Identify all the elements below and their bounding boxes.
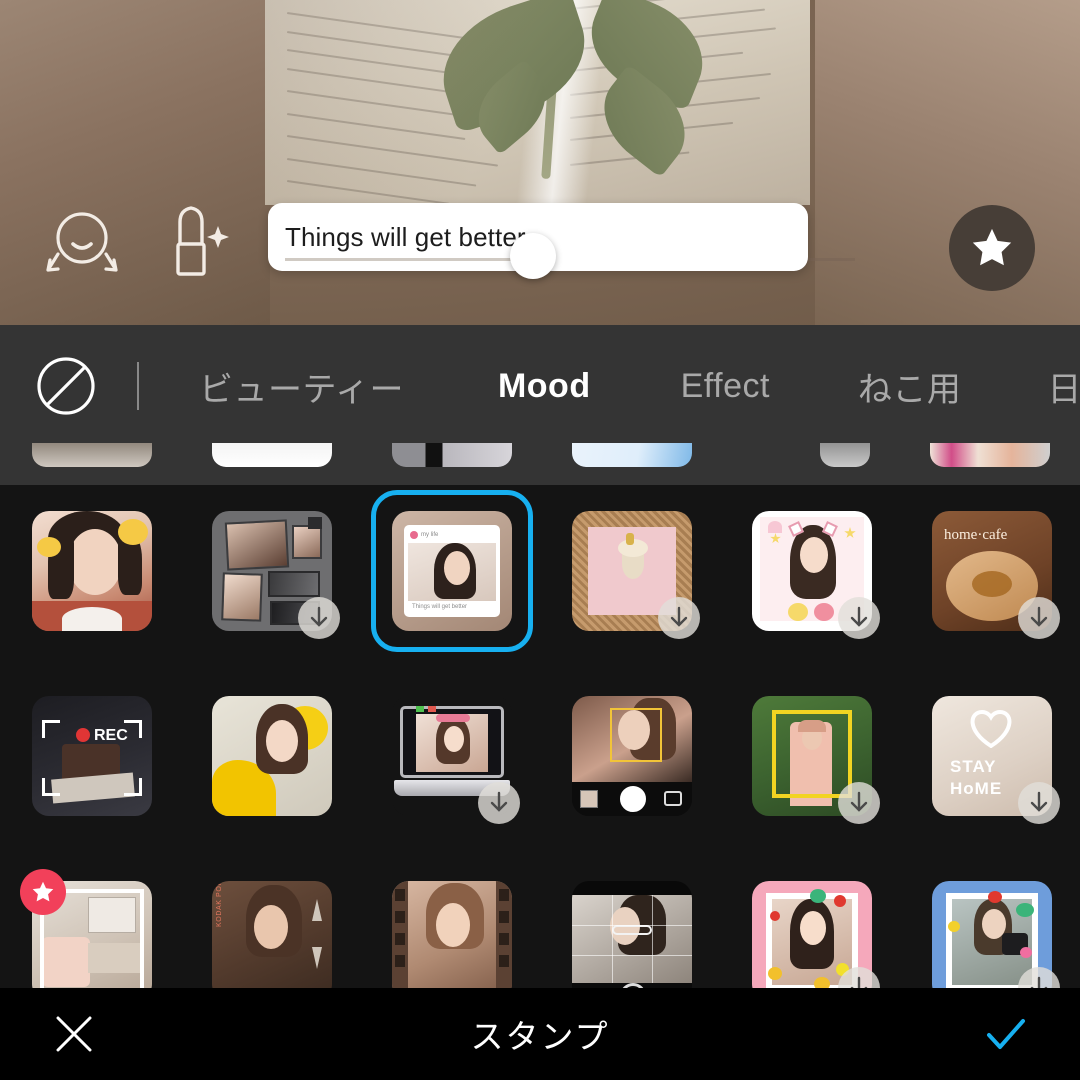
new-badge <box>20 869 66 915</box>
download-badge[interactable] <box>478 782 520 824</box>
sticker-grid[interactable]: my life Things will get better home·cafe… <box>0 485 1080 988</box>
favorites-button[interactable] <box>949 205 1035 291</box>
download-icon <box>1030 791 1048 812</box>
previous-row-peek[interactable] <box>0 443 1080 485</box>
tab-effect[interactable]: Effect <box>653 367 798 406</box>
sticker-filmstrip[interactable] <box>392 881 512 988</box>
sticker-thumb: REC <box>32 696 152 816</box>
app-root: Things will get better ビューティー Mood Effec… <box>0 0 1080 1080</box>
close-button[interactable] <box>44 1004 104 1064</box>
sticker-photo-collage[interactable] <box>212 511 340 639</box>
sticker-kodak-portra[interactable]: KODAK PORTRA 400 <box>212 881 332 988</box>
sticker-stay-home[interactable]: STAY HoME <box>932 696 1060 824</box>
sticker-thumb <box>572 696 692 816</box>
sticker-camera-grid[interactable] <box>572 881 692 988</box>
sticker-label: KODAK PORTRA 400 <box>216 881 223 927</box>
sticker-home-cafe[interactable]: home·cafe <box>932 511 1060 639</box>
sticker-yellow-focus-box[interactable] <box>752 696 880 824</box>
sticker-pink-deco-frame[interactable] <box>752 881 880 988</box>
download-badge[interactable] <box>298 597 340 639</box>
photo-preview[interactable]: Things will get better <box>0 0 1080 325</box>
download-icon <box>670 606 688 627</box>
sticker-thumb: my life Things will get better <box>392 511 512 631</box>
download-icon <box>1030 606 1048 627</box>
tab-mood[interactable]: Mood <box>470 367 619 406</box>
download-badge[interactable] <box>658 597 700 639</box>
preview-backdrop-right <box>815 0 1080 325</box>
download-badge[interactable] <box>838 597 880 639</box>
face-slim-icon[interactable] <box>44 208 120 282</box>
download-badge[interactable] <box>1018 597 1060 639</box>
sticker-card-caption: Things will get better <box>412 604 468 610</box>
download-icon <box>850 791 868 812</box>
sticker-label: REC <box>94 727 128 744</box>
star-icon <box>972 228 1012 266</box>
star-icon <box>32 881 54 902</box>
none-button[interactable] <box>30 350 102 422</box>
tab-date[interactable]: 日付 <box>1019 362 1080 411</box>
category-tabbar: ビューティー Mood Effect ねこ用 日付 <box>0 325 1080 485</box>
sticker-thumb <box>392 881 512 988</box>
slider-handle[interactable] <box>510 233 556 279</box>
close-icon <box>56 1016 92 1052</box>
sticker-white-frame-desk[interactable] <box>20 869 152 988</box>
download-icon <box>850 976 868 988</box>
preview-image <box>265 0 810 205</box>
sticker-cat-ears-frame[interactable] <box>752 511 880 639</box>
download-icon <box>1030 976 1048 988</box>
preview-shading <box>265 0 810 205</box>
tab-divider <box>137 362 139 410</box>
bottom-action-bar: スタンプ <box>0 988 1080 1080</box>
tab-row[interactable]: ビューティー Mood Effect ねこ用 日付 <box>0 325 1080 447</box>
slider-track-filled <box>285 258 517 261</box>
sticker-blue-deco-frame[interactable] <box>932 881 1060 988</box>
panel-title: スタンプ <box>470 1018 610 1055</box>
no-sticker-icon <box>37 357 95 415</box>
preview-tools <box>0 196 270 306</box>
download-badge[interactable] <box>838 782 880 824</box>
sticker-laptop-screen[interactable] <box>392 696 520 824</box>
tab-beauty[interactable]: ビューティー <box>171 362 432 411</box>
sticker-camera-ui[interactable] <box>572 696 692 816</box>
confirm-button[interactable] <box>976 1004 1036 1064</box>
sticker-thumb <box>212 696 332 816</box>
download-icon <box>850 606 868 627</box>
sticker-thumb: KODAK PORTRA 400 <box>212 881 332 988</box>
sticker-yellow-flowers[interactable] <box>212 696 332 816</box>
sticker-polaroid-mood[interactable]: my life Things will get better <box>371 490 533 652</box>
caption-text: Things will get better <box>285 221 526 252</box>
sticker-icecream-frame[interactable] <box>572 511 700 639</box>
sticker-thumb <box>572 881 692 988</box>
download-icon <box>310 606 328 627</box>
check-icon <box>987 1019 1025 1049</box>
sticker-thumb <box>32 511 152 631</box>
sticker-rec-frame[interactable]: REC <box>32 696 152 816</box>
sticker-card-header: my life <box>421 532 439 538</box>
sticker-label: home·cafe <box>944 527 1008 543</box>
download-badge[interactable] <box>1018 782 1060 824</box>
tab-neko[interactable]: ねこ用 <box>830 362 990 411</box>
heart-icon <box>970 709 1012 749</box>
makeup-icon[interactable] <box>158 204 234 284</box>
sticker-flower-portrait[interactable] <box>32 511 152 631</box>
download-icon <box>490 791 508 812</box>
